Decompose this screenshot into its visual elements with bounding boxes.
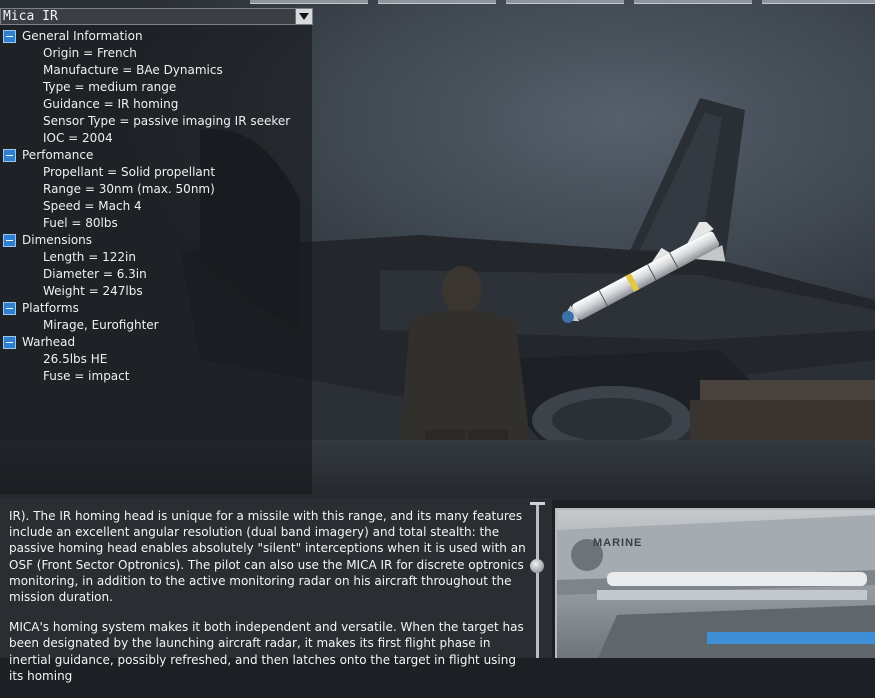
top-tab[interactable] bbox=[250, 0, 368, 4]
tree-item: Guidance = IR homing bbox=[43, 97, 179, 111]
description-paragraph: MICA's homing system makes it both indep… bbox=[9, 620, 524, 683]
top-tab[interactable] bbox=[378, 0, 496, 4]
chevron-down-icon bbox=[299, 13, 309, 20]
collapse-icon[interactable] bbox=[3, 302, 16, 315]
tree-item: Speed = Mach 4 bbox=[43, 199, 142, 213]
description-pane: IR). The IR homing head is unique for a … bbox=[0, 498, 552, 683]
section-label: General Information bbox=[22, 29, 143, 43]
tree-item: Type = medium range bbox=[43, 80, 177, 94]
tree-item: Diameter = 6.3in bbox=[43, 267, 147, 281]
tree-item: Manufacture = BAe Dynamics bbox=[43, 63, 223, 77]
dropdown-button[interactable] bbox=[295, 9, 312, 24]
top-tab[interactable] bbox=[634, 0, 752, 4]
description-text: IR). The IR homing head is unique for a … bbox=[9, 508, 529, 698]
tree-item: Propellant = Solid propellant bbox=[43, 165, 216, 179]
scrollbar-cap bbox=[530, 502, 545, 505]
tree-item: Sensor Type = passive imaging IR seeker bbox=[43, 114, 291, 128]
top-tab[interactable] bbox=[506, 0, 624, 4]
description-paragraph: IR). The IR homing head is unique for a … bbox=[9, 509, 526, 605]
tree-item: 26.5lbs HE bbox=[43, 352, 108, 366]
section-label: Perfomance bbox=[22, 148, 94, 162]
tree-item: Weight = 247lbs bbox=[43, 284, 143, 298]
scrollbar-thumb[interactable] bbox=[530, 559, 544, 573]
aircraft-marking: MARINE bbox=[593, 537, 643, 549]
top-tab[interactable] bbox=[762, 0, 875, 4]
section-label: Warhead bbox=[22, 335, 76, 349]
collapse-icon[interactable] bbox=[3, 234, 16, 247]
collapse-icon[interactable] bbox=[3, 149, 16, 162]
tree-item: Mirage, Eurofighter bbox=[43, 318, 159, 332]
tree-item: Fuel = 80lbs bbox=[43, 216, 118, 230]
tree-item: Range = 30nm (max. 50nm) bbox=[43, 182, 215, 196]
tree-item: Origin = French bbox=[43, 46, 137, 60]
collapse-icon[interactable] bbox=[3, 30, 16, 43]
tree-item: Fuse = impact bbox=[43, 369, 130, 383]
collapse-icon[interactable] bbox=[3, 336, 16, 349]
platform-photo: MARINE bbox=[555, 508, 875, 658]
section-label: Platforms bbox=[22, 301, 79, 315]
tree-item: Length = 122in bbox=[43, 250, 136, 264]
weapon-selector[interactable]: Mica IR bbox=[0, 8, 313, 25]
section-label: Dimensions bbox=[22, 233, 93, 247]
missile-model bbox=[561, 222, 726, 323]
weapon-title: Mica IR bbox=[3, 9, 58, 24]
tree-item: IOC = 2004 bbox=[43, 131, 113, 145]
scrollbar-track[interactable] bbox=[536, 502, 539, 658]
aircraft-photo-image bbox=[557, 515, 875, 658]
